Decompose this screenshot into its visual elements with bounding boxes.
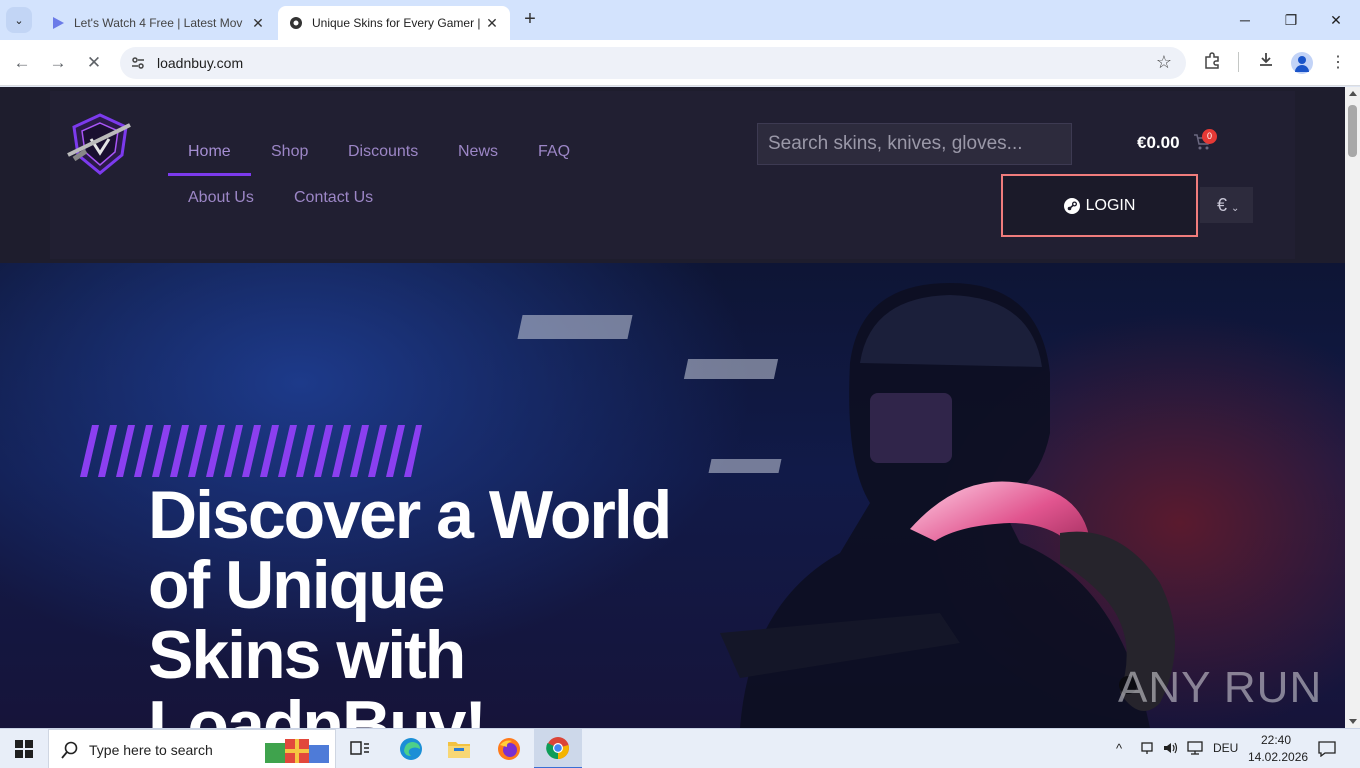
chrome-menu-icon[interactable]: ⋮ — [1326, 51, 1350, 75]
cart-total[interactable]: €0.00 — [1137, 133, 1180, 153]
site-header: Home Shop Discounts News FAQ About Us Co… — [0, 87, 1345, 263]
tab-lets-watch[interactable]: Let's Watch 4 Free | Latest Mov ✕ — [40, 6, 276, 40]
windows-start-icon[interactable] — [10, 735, 38, 763]
nav-about-us[interactable]: About Us — [188, 189, 254, 207]
site-settings-icon[interactable] — [130, 55, 146, 71]
file-explorer-icon[interactable] — [445, 735, 473, 763]
address-bar[interactable]: loadnbuy.com ☆ — [120, 47, 1186, 79]
skin-search-input[interactable]: Search skins, knives, gloves... — [757, 123, 1072, 165]
nav-faq[interactable]: FAQ — [538, 143, 570, 161]
nav-news[interactable]: News — [458, 143, 498, 161]
anyrun-watermark: ANY RUN — [1118, 663, 1323, 712]
page-scrollbar[interactable] — [1345, 87, 1360, 728]
taskbar-clock[interactable]: 22:40 14.02.2026 — [1248, 732, 1309, 766]
chrome-icon — [546, 737, 569, 760]
hero-heading: Discover a World of Unique Skins with Lo… — [148, 477, 672, 728]
nav-home[interactable]: Home — [188, 143, 231, 161]
back-icon[interactable]: ← — [10, 51, 34, 75]
tab-search-chevron-icon[interactable]: ⌄ — [6, 7, 32, 33]
browser-toolbar: ← → ✕ loadnbuy.com ☆ ⋮ — [0, 40, 1360, 86]
chevron-down-icon: ⌄ — [1231, 203, 1240, 214]
steam-icon — [1063, 197, 1080, 214]
play-favicon-icon — [50, 15, 66, 31]
taskbar-search-box[interactable]: Type here to search — [48, 729, 336, 768]
scroll-thumb[interactable] — [1348, 105, 1357, 157]
browser-tab-bar: ⌄ Let's Watch 4 Free | Latest Mov ✕ Uniq… — [0, 0, 1360, 40]
show-hidden-icons-icon[interactable]: ^ — [1116, 741, 1122, 756]
search-icon — [61, 741, 78, 759]
clock-date: 14.02.2026 — [1248, 750, 1309, 764]
stop-loading-icon[interactable]: ✕ — [82, 51, 106, 75]
currency-value: € — [1217, 195, 1228, 215]
new-tab-icon[interactable]: + — [518, 8, 542, 32]
volume-icon[interactable] — [1163, 741, 1179, 758]
network-icon[interactable] — [1187, 741, 1203, 758]
site-favicon-icon — [288, 15, 304, 31]
clock-time: 22:40 — [1260, 733, 1292, 747]
tab-title: Unique Skins for Every Gamer | — [312, 16, 481, 30]
hero-banner: Discover a World of Unique Skins with Lo… — [0, 263, 1345, 728]
notifications-icon[interactable] — [1318, 741, 1336, 760]
nav-discounts[interactable]: Discounts — [348, 143, 418, 161]
forward-icon[interactable]: → — [46, 51, 70, 75]
login-label: LOGIN — [1085, 196, 1136, 214]
task-view-icon[interactable] — [346, 735, 374, 763]
minimize-icon[interactable]: ─ — [1230, 8, 1260, 32]
page-viewport: Home Shop Discounts News FAQ About Us Co… — [0, 87, 1345, 728]
windows-taskbar: Type here to search ^ DEU 22:40 14.02.20… — [0, 728, 1360, 768]
gift-boxes-icon — [265, 739, 329, 763]
cart-count-badge: 0 — [1202, 129, 1217, 144]
scroll-down-arrow-icon[interactable] — [1349, 719, 1357, 724]
soldier-knife-illustration — [720, 283, 1175, 728]
edge-browser-icon[interactable] — [397, 735, 425, 763]
login-button[interactable]: LOGIN — [1001, 174, 1198, 237]
firefox-icon[interactable] — [495, 735, 523, 763]
language-indicator[interactable]: DEU — [1213, 741, 1238, 755]
device-icon[interactable] — [1140, 741, 1154, 758]
downloads-icon[interactable] — [1254, 51, 1278, 75]
toolbar-separator — [1238, 52, 1239, 72]
profile-avatar-icon[interactable] — [1291, 52, 1313, 74]
taskbar-search-placeholder: Type here to search — [89, 742, 213, 758]
ceiling-light-decor — [517, 315, 633, 339]
nav-shop[interactable]: Shop — [271, 143, 308, 161]
taskbar-chrome-button[interactable] — [534, 729, 582, 768]
scroll-up-arrow-icon[interactable] — [1349, 91, 1357, 96]
tab-unique-skins[interactable]: Unique Skins for Every Gamer | ✕ — [278, 6, 510, 40]
decorative-stripes — [80, 425, 422, 477]
active-nav-underline — [168, 173, 251, 176]
url-text: loadnbuy.com — [157, 55, 244, 71]
bookmark-star-icon[interactable]: ☆ — [1156, 52, 1172, 73]
site-logo[interactable] — [64, 109, 136, 179]
extensions-icon[interactable] — [1200, 51, 1224, 75]
tab-close-icon[interactable]: ✕ — [484, 15, 500, 32]
restore-icon[interactable]: ❐ — [1276, 8, 1306, 32]
currency-select[interactable]: € ⌄ — [1200, 187, 1253, 223]
tab-title: Let's Watch 4 Free | Latest Mov — [74, 16, 243, 30]
tab-close-icon[interactable]: ✕ — [250, 15, 266, 32]
nav-contact-us[interactable]: Contact Us — [294, 189, 373, 207]
close-window-icon[interactable]: ✕ — [1321, 8, 1351, 32]
